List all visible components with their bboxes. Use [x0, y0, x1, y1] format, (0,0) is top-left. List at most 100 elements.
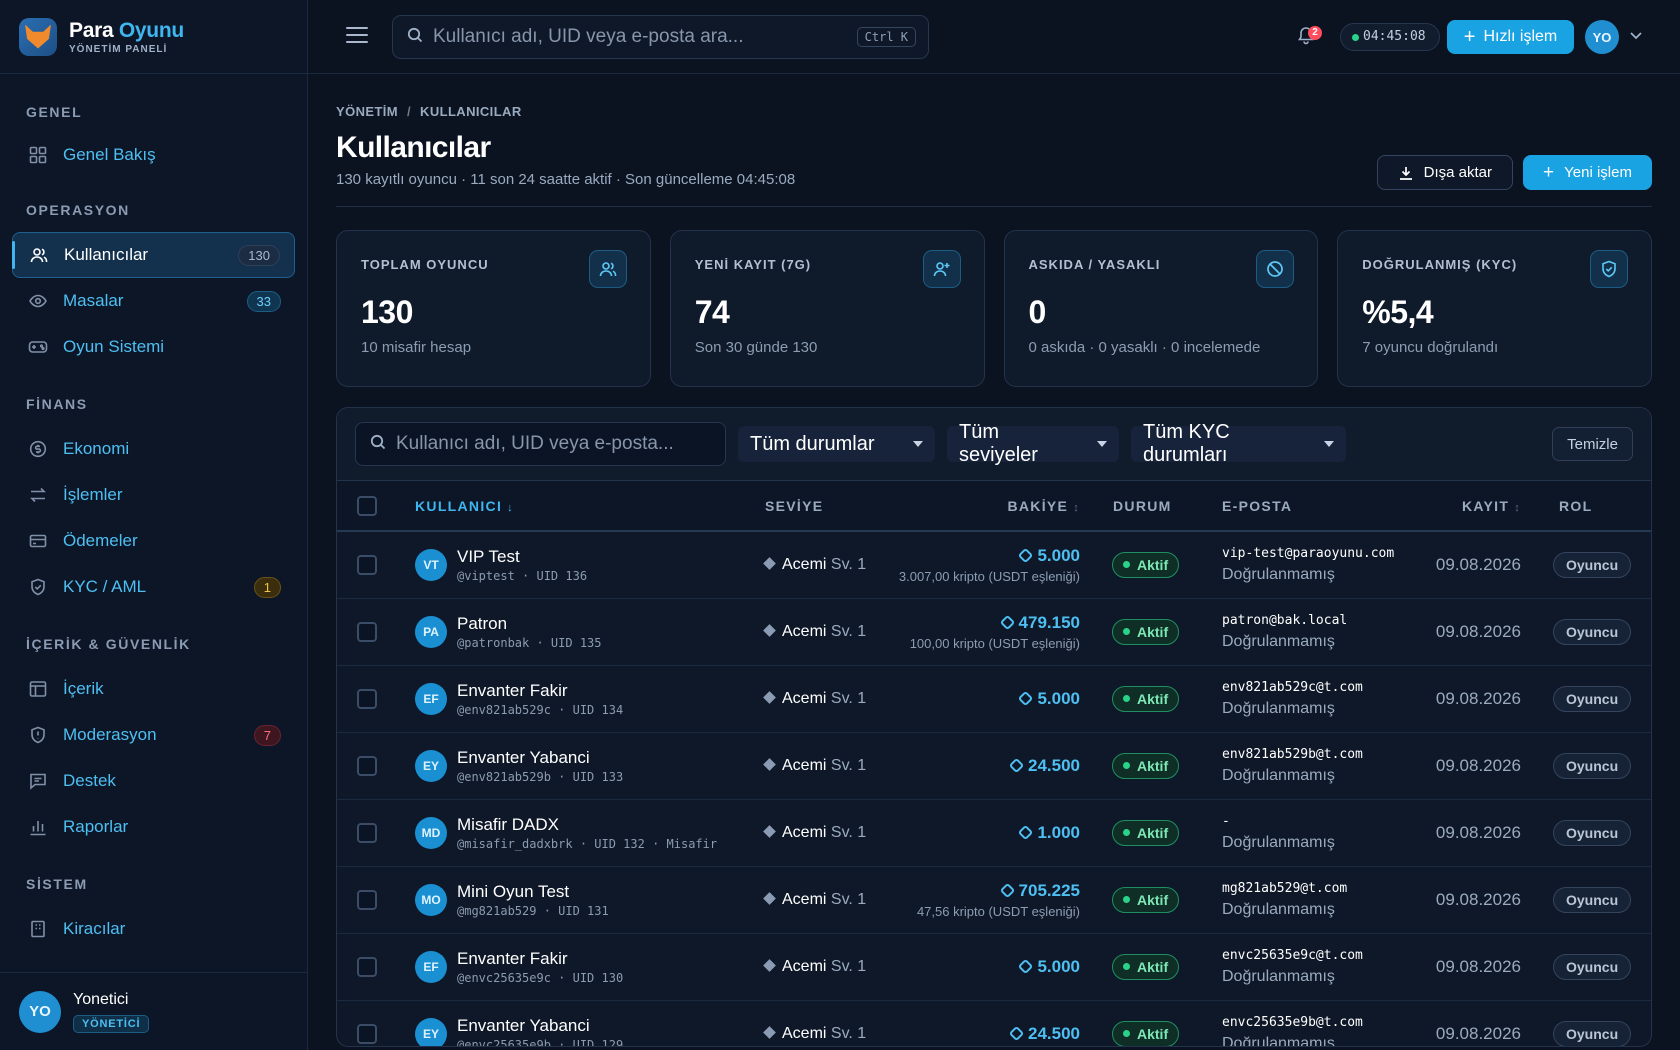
col-header-role[interactable]: ROL: [1537, 481, 1651, 532]
table-row[interactable]: EF Envanter Fakir @env821ab529c · UID 13…: [337, 665, 1651, 732]
row-checkbox[interactable]: [357, 554, 377, 575]
topbar: Ctrl K 2 04:45:08 + Hızlı işlem YO: [308, 0, 1680, 74]
user-name[interactable]: Envanter Fakir: [457, 681, 623, 701]
stat-note: 10 misafir hesap: [361, 339, 472, 356]
table-row[interactable]: EY Envanter Yabanci @envc25635e9b · UID …: [337, 1000, 1651, 1046]
level-filter-select[interactable]: Tüm seviyeler: [947, 421, 1119, 466]
coin-icon: [1018, 690, 1034, 706]
stat-label: ASKIDA / YASAKLI: [1028, 257, 1161, 272]
nav-section-operasyon: OPERASYON: [26, 202, 130, 218]
row-checkbox[interactable]: [357, 621, 377, 642]
sidebar-item-kullanicilar[interactable]: Kullanıcılar 130: [12, 232, 295, 278]
sidebar-item-odemeler[interactable]: Ödemeler: [12, 518, 295, 564]
chevron-down-icon[interactable]: [1629, 28, 1643, 42]
status-filter-select[interactable]: Tüm durumlar: [738, 426, 935, 462]
status-badge: Aktif: [1112, 1020, 1180, 1046]
global-search[interactable]: Ctrl K: [392, 15, 929, 59]
stat-label: TOPLAM OYUNCU: [361, 257, 489, 272]
user-email: env821ab529c@t.com: [1222, 679, 1363, 695]
user-email: env821ab529b@t.com: [1222, 746, 1363, 762]
user-name[interactable]: Patron: [457, 614, 602, 634]
col-header-date[interactable]: KAYIT ↕: [1427, 481, 1537, 532]
sidebar-item-raporlar[interactable]: Raporlar: [12, 804, 295, 850]
status-badge: Aktif: [1112, 819, 1180, 846]
user-meta: @envc25635e9c · UID 130: [457, 970, 624, 985]
user-avatar: EY: [415, 1017, 447, 1046]
sidebar-item-kiracilar[interactable]: Kiracılar: [12, 906, 295, 952]
status-filter-value: Tüm durumlar: [750, 432, 875, 455]
sidebar-item-masalar[interactable]: Masalar 33: [12, 278, 295, 324]
user-name[interactable]: Envanter Yabanci: [457, 1016, 623, 1036]
row-checkbox[interactable]: [357, 822, 377, 843]
col-header-email[interactable]: E-POSTA: [1222, 481, 1427, 532]
table-row[interactable]: VT VIP Test @viptest · UID 136 Acemi Sv.…: [337, 531, 1651, 598]
export-button[interactable]: Dışa aktar: [1376, 155, 1513, 190]
sort-icon: ↕: [1073, 501, 1080, 514]
table-search-input[interactable]: [396, 433, 725, 455]
sidebar-item-kyc-aml[interactable]: KYC / AML 1: [12, 564, 295, 610]
role-badge: Oyuncu: [1553, 618, 1632, 645]
sidebar-user[interactable]: YO Yonetici YÖNETİCİ: [0, 972, 307, 1050]
global-search-input[interactable]: [433, 26, 857, 48]
user-name[interactable]: VIP Test: [457, 547, 587, 567]
user-meta: @viptest · UID 136: [457, 568, 588, 583]
verification-status: Doğrulanmamış: [1222, 632, 1335, 650]
table-row[interactable]: PA Patron @patronbak · UID 135 Acemi Sv.…: [337, 598, 1651, 665]
sidebar-item-moderasyon[interactable]: Moderasyon 7: [12, 712, 295, 758]
sidebar-item-ekonomi[interactable]: Ekonomi: [12, 426, 295, 472]
col-header-user[interactable]: KULLANICI ↓: [415, 481, 765, 532]
row-checkbox[interactable]: [357, 956, 377, 977]
sidebar-item-destek[interactable]: Destek: [12, 758, 295, 804]
user-meta: @patronbak · UID 135: [457, 635, 602, 650]
row-checkbox[interactable]: [357, 755, 377, 776]
level-filter-value: Tüm seviyeler: [959, 421, 1038, 466]
search-icon: [407, 27, 423, 48]
sidebar-item-oyun-sistemi[interactable]: Oyun Sistemi: [12, 324, 295, 370]
top-avatar[interactable]: YO: [1585, 20, 1619, 54]
stat-label: YENİ KAYIT (7G): [694, 257, 812, 272]
clear-filters-button[interactable]: Temizle: [1552, 427, 1633, 461]
sidebar-item-islemler[interactable]: İşlemler: [12, 472, 295, 518]
table-row[interactable]: MO Mini Oyun Test @mg821ab529 · UID 131 …: [337, 866, 1651, 933]
table-row[interactable]: MD Misafir DADX @misafir_dadxbrk · UID 1…: [337, 799, 1651, 866]
status-badge: Aktif: [1112, 953, 1180, 980]
menu-icon[interactable]: [346, 27, 368, 45]
col-header-level[interactable]: SEVİYE: [765, 481, 890, 532]
table-row[interactable]: EY Envanter Yabanci @env821ab529b · UID …: [337, 732, 1651, 799]
breadcrumb-item: KULLANICILAR: [420, 104, 522, 119]
new-transaction-button[interactable]: + Yeni işlem: [1523, 155, 1652, 190]
row-checkbox[interactable]: [357, 889, 377, 910]
quick-action-button[interactable]: + Hızlı işlem: [1447, 20, 1574, 54]
user-balance: 24.500: [890, 1024, 1080, 1044]
user-meta: @mg821ab529 · UID 131: [457, 903, 609, 918]
stat-card-suspended: ASKIDA / YASAKLI 0 0 askıda · 0 yasaklı …: [1003, 230, 1319, 387]
user-name[interactable]: Misafir DADX: [457, 815, 717, 835]
sidebar-item-label: KYC / AML: [63, 577, 147, 596]
export-label: Dışa aktar: [1423, 164, 1492, 181]
kyc-filter-select[interactable]: Tüm KYC durumları: [1131, 421, 1346, 466]
registration-date: 09.08.2026: [1435, 822, 1521, 842]
user-name[interactable]: Mini Oyun Test: [457, 882, 609, 902]
status-badge: Aktif: [1112, 618, 1180, 645]
user-avatar: MO: [415, 883, 447, 916]
verification-status: Doğrulanmamış: [1222, 766, 1335, 784]
col-header-status[interactable]: DURUM: [1112, 481, 1222, 532]
plus-icon: +: [1463, 25, 1476, 48]
col-header-balance[interactable]: BAKİYE ↕: [890, 481, 1112, 532]
user-name[interactable]: Envanter Fakir: [457, 949, 623, 969]
table-row[interactable]: EF Envanter Fakir @envc25635e9c · UID 13…: [337, 933, 1651, 1000]
user-level: Acemi Sv. 1: [763, 556, 866, 573]
brand[interactable]: Para Oyunu YÖNETİM PANELİ: [0, 0, 307, 74]
sidebar-item-genel-bakis[interactable]: Genel Bakış: [12, 132, 295, 178]
row-checkbox[interactable]: [357, 1023, 377, 1044]
breadcrumb-item[interactable]: YÖNETİM: [336, 104, 398, 119]
diamond-icon: [763, 757, 776, 771]
nav-section-sistem: SİSTEM: [26, 876, 88, 892]
table-search[interactable]: [355, 422, 726, 466]
row-checkbox[interactable]: [357, 688, 377, 709]
nav-section-genel: GENEL: [26, 104, 83, 120]
select-all-checkbox[interactable]: [357, 495, 377, 516]
user-level: Acemi Sv. 1: [763, 891, 866, 908]
sidebar-item-icerik[interactable]: İçerik: [12, 666, 295, 712]
user-name[interactable]: Envanter Yabanci: [457, 748, 623, 768]
